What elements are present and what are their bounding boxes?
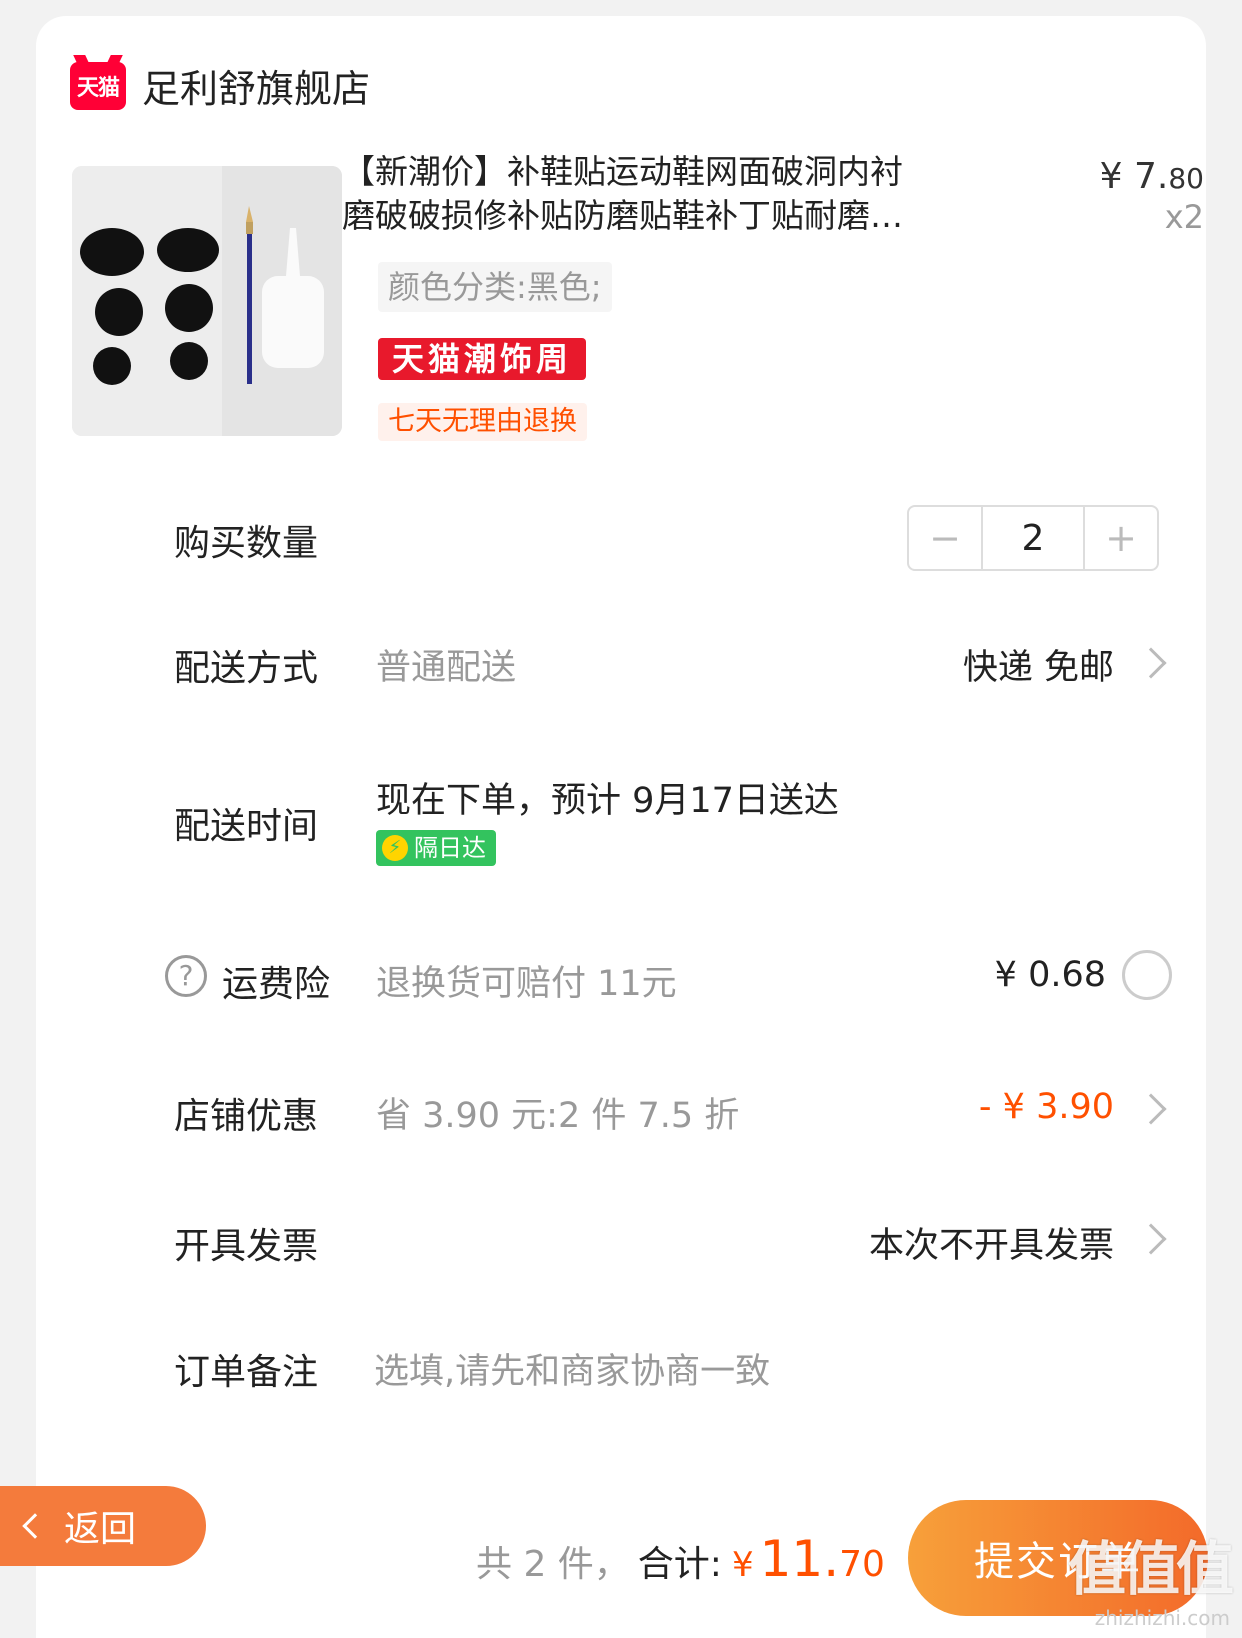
insurance-label: 运费险 — [222, 964, 331, 1005]
total-currency: ¥ — [731, 1545, 754, 1585]
item-count: 共 2 件， — [476, 1544, 630, 1585]
product-price-cents: 80 — [1168, 162, 1204, 195]
quantity-label: 购买数量 — [174, 523, 319, 564]
quantity-stepper: − 2 + — [907, 505, 1159, 571]
tmall-logo: 天猫 — [70, 61, 126, 110]
product-title-line-2: 磨破破损修补贴防磨贴鞋补丁贴耐磨… — [342, 196, 903, 235]
lightning-icon: ⚡ — [382, 835, 408, 861]
delivery-method-label: 配送方式 — [174, 648, 319, 689]
total-amount: 11. — [759, 1530, 840, 1588]
watermark-logo: 值值值 — [1067, 1535, 1234, 1603]
return-policy-badge: 七天无理由退换 — [378, 403, 587, 441]
increment-button[interactable]: + — [1085, 507, 1157, 569]
back-button[interactable]: 返回 — [0, 1486, 206, 1566]
delivery-method-value[interactable]: 快递 免邮 — [963, 639, 1114, 690]
shop-name: 足利舒旗舰店 — [142, 67, 371, 111]
product-price-main: ¥ 7. — [1099, 156, 1169, 197]
insurance-price: ¥ 0.68 — [994, 955, 1106, 995]
insurance-sub: 退换货可赔付 11元 — [376, 964, 677, 1004]
product-price: ¥ 7.80 — [1100, 156, 1204, 197]
delivery-time-label: 配送时间 — [174, 806, 319, 847]
shop-discount-value[interactable]: - ¥ 3.90 — [979, 1087, 1114, 1127]
insurance-radio[interactable] — [1122, 950, 1172, 1000]
decrement-button[interactable]: − — [909, 507, 981, 569]
total-cents: 70 — [839, 1544, 885, 1585]
watermark: 值值值 zhizhizhi.com — [1067, 1522, 1234, 1630]
product-quantity: x2 — [1164, 198, 1204, 236]
product-title-line-1: 【新潮价】补鞋贴运动鞋网面破洞内衬 — [342, 152, 903, 191]
promo-badge: 天猫潮饰周 — [378, 338, 587, 380]
delivery-time-value: 现在下单，预计 9月17日送达 — [376, 781, 839, 821]
help-icon[interactable]: ? — [165, 955, 207, 997]
order-note-input[interactable]: 选填,请先和商家协商一致 — [374, 1343, 770, 1394]
order-summary: 共 2 件， 合计: ¥ 11. 70 — [476, 1530, 885, 1588]
invoice-label: 开具发票 — [174, 1226, 319, 1267]
back-label: 返回 — [64, 1509, 137, 1550]
back-chevron-icon — [22, 1513, 48, 1539]
shop-discount-sub: 省 3.90 元:2 件 7.5 折 — [376, 1096, 740, 1136]
shop-discount-label: 店铺优惠 — [174, 1096, 319, 1137]
shop-header[interactable]: 天猫 足利舒旗舰店 — [70, 58, 370, 113]
watermark-url: zhizhizhi.com — [1094, 1606, 1230, 1630]
next-day-badge: ⚡ 隔日达 — [376, 830, 496, 866]
delivery-method-sub: 普通配送 — [376, 648, 517, 688]
product-image[interactable] — [72, 166, 342, 436]
order-note-label: 订单备注 — [174, 1352, 319, 1393]
total-label: 合计: — [637, 1544, 722, 1585]
product-spec: 颜色分类:黑色; — [378, 262, 612, 312]
invoice-value[interactable]: 本次不开具发票 — [869, 1217, 1114, 1268]
next-day-label: 隔日达 — [414, 834, 486, 862]
quantity-value[interactable]: 2 — [981, 507, 1085, 569]
product-title[interactable]: 【新潮价】补鞋贴运动鞋网面破洞内衬 磨破破损修补贴防磨贴鞋补丁贴耐磨… — [342, 150, 972, 238]
